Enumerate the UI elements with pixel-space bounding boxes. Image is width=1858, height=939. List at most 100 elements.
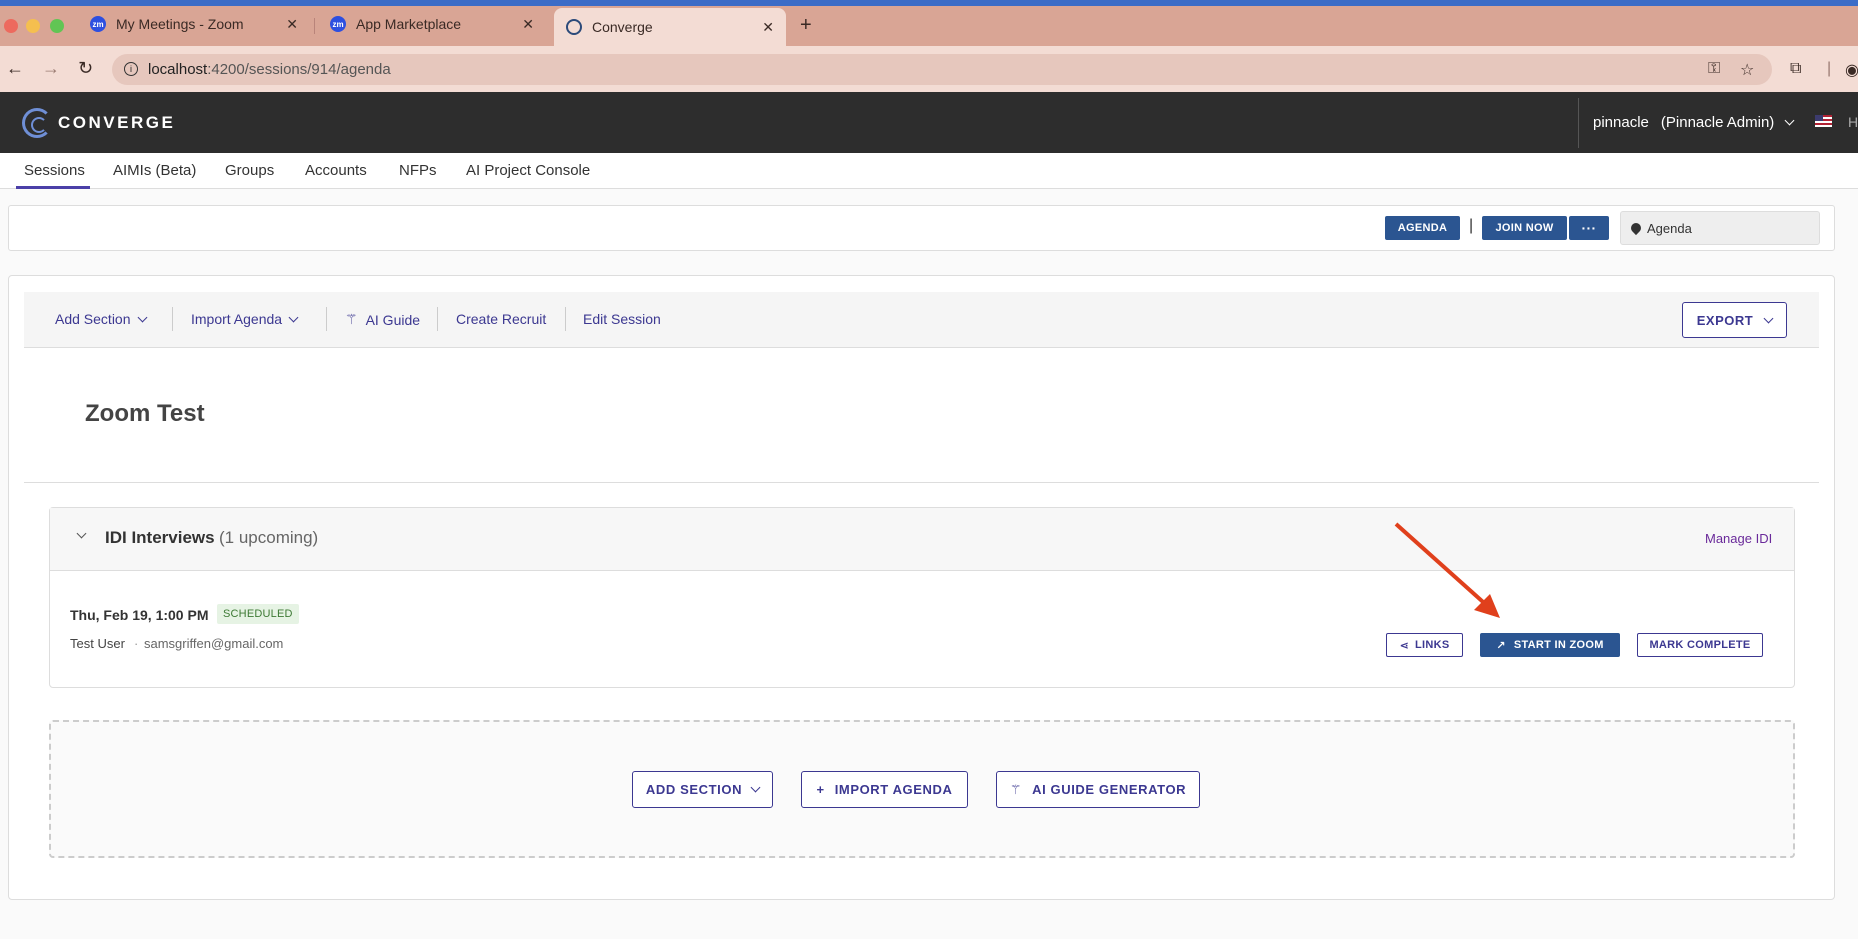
action-divider: [565, 307, 566, 331]
chevron-down-icon: [1784, 115, 1795, 126]
tab-label: App Marketplace: [356, 16, 462, 32]
join-now-button[interactable]: JOIN NOW: [1482, 216, 1567, 240]
new-tab-icon[interactable]: +: [800, 14, 812, 37]
annotation-arrow-icon: [1394, 522, 1500, 618]
user-menu[interactable]: pinnacle (Pinnacle Admin): [1593, 114, 1795, 131]
chevron-down-icon: [288, 312, 299, 322]
url-host: localhost: [148, 61, 208, 78]
action-divider: [437, 307, 438, 331]
forward-icon[interactable]: →: [42, 58, 60, 79]
location-value: Agenda: [1647, 220, 1692, 236]
bookmark-star-icon[interactable]: ☆: [1740, 60, 1754, 80]
nav-groups[interactable]: Groups: [225, 162, 274, 179]
links-label: LINKS: [1415, 639, 1450, 651]
links-button[interactable]: ⋖ LINKS: [1386, 633, 1463, 657]
nav-nfps[interactable]: NFPs: [399, 162, 437, 179]
plus-icon: +: [816, 782, 825, 797]
cast-icon[interactable]: ⧉: [1790, 60, 1801, 78]
browser-tab-converge[interactable]: Converge ✕: [554, 8, 786, 46]
profile-icon[interactable]: ◉: [1845, 60, 1858, 80]
separator-dot: ·: [134, 636, 139, 651]
page-title: Zoom Test: [85, 400, 205, 427]
tab-divider: [314, 18, 315, 34]
us-flag-icon[interactable]: [1815, 115, 1832, 127]
import-agenda-menu[interactable]: Import Agenda: [191, 311, 299, 327]
start-in-zoom-label: START IN ZOOM: [1513, 639, 1604, 651]
action-divider: [172, 307, 173, 331]
app-header: [0, 92, 1858, 153]
collapse-chevron-icon[interactable]: [76, 528, 87, 539]
close-tab-icon[interactable]: ✕: [286, 16, 298, 33]
close-tab-icon[interactable]: ✕: [762, 19, 774, 36]
close-window-button[interactable]: [4, 19, 18, 33]
nav-aimis[interactable]: AIMIs (Beta): [113, 162, 196, 179]
main-nav: [0, 153, 1858, 189]
maximize-window-button[interactable]: [50, 19, 64, 33]
browser-tab-zoom-meetings[interactable]: zm My Meetings - Zoom ✕: [78, 8, 310, 40]
header-help-text[interactable]: H: [1848, 114, 1858, 130]
export-button[interactable]: EXPORT: [1682, 302, 1787, 338]
start-in-zoom-button[interactable]: ↗ START IN ZOOM: [1480, 633, 1620, 657]
add-section-button[interactable]: ADD SECTION: [632, 771, 773, 808]
browser-tab-app-marketplace[interactable]: zm App Marketplace ✕: [318, 8, 546, 40]
action-divider: [326, 307, 327, 331]
active-nav-indicator: [16, 186, 90, 189]
import-agenda-button[interactable]: + IMPORT AGENDA: [801, 771, 968, 808]
nav-sessions[interactable]: Sessions: [24, 162, 85, 179]
participant-email: samsgriffen@gmail.com: [144, 636, 284, 651]
minimize-window-button[interactable]: [26, 19, 40, 33]
create-recruit-button[interactable]: Create Recruit: [456, 311, 546, 327]
import-agenda-label: Import Agenda: [191, 311, 283, 327]
converge-favicon-icon: [566, 19, 582, 35]
ai-guide-generator-button[interactable]: ⚚ AI GUIDE GENERATOR: [996, 771, 1200, 808]
status-badge: SCHEDULED: [217, 604, 299, 624]
ai-guide-button[interactable]: ⚚ AI Guide: [345, 311, 420, 328]
address-bar[interactable]: i localhost:4200/sessions/914/agenda: [112, 54, 1772, 85]
back-icon[interactable]: ←: [6, 58, 24, 79]
toolbar-divider: |: [1827, 60, 1832, 77]
location-select[interactable]: Agenda: [1620, 211, 1820, 245]
chevron-down-icon: [1763, 313, 1774, 323]
nav-accounts[interactable]: Accounts: [305, 162, 367, 179]
converge-logo-icon: [22, 108, 52, 138]
toolbar-separator: |: [1469, 217, 1474, 234]
section-title: IDI Interviews: [105, 528, 215, 547]
tab-label: My Meetings - Zoom: [116, 16, 244, 32]
nav-ai-project-console[interactable]: AI Project Console: [466, 162, 590, 179]
chevron-down-icon: [750, 782, 761, 793]
magic-wand-icon: ⚚: [345, 311, 358, 327]
import-agenda-label: IMPORT AGENDA: [834, 782, 953, 797]
agenda-button[interactable]: AGENDA: [1385, 216, 1460, 240]
tab-label: Converge: [592, 19, 653, 35]
site-info-icon[interactable]: i: [124, 62, 138, 76]
header-divider: [1578, 98, 1579, 148]
participant-name: Test User: [70, 636, 125, 651]
title-divider: [24, 482, 1819, 483]
edit-session-button[interactable]: Edit Session: [583, 311, 661, 327]
chevron-down-icon: [137, 312, 147, 322]
zoom-favicon-icon: zm: [90, 16, 106, 32]
ai-guide-label: AI Guide: [365, 311, 421, 328]
reload-icon[interactable]: ↻: [78, 58, 93, 79]
converge-logo[interactable]: CONVERGE: [22, 108, 175, 138]
ai-guide-generator-label: AI GUIDE GENERATOR: [1032, 782, 1187, 797]
magic-wand-icon: ⚚: [1009, 781, 1023, 797]
add-section-label: Add Section: [55, 311, 131, 327]
add-section-menu[interactable]: Add Section: [55, 311, 147, 327]
url-path: :4200/sessions/914/agenda: [207, 61, 391, 78]
logo-text: CONVERGE: [58, 113, 176, 132]
password-key-icon[interactable]: ⚿: [1708, 60, 1720, 78]
add-section-label: ADD SECTION: [645, 782, 743, 797]
more-options-button[interactable]: ···: [1569, 216, 1609, 240]
user-role: (Pinnacle Admin): [1660, 114, 1775, 131]
mark-complete-button[interactable]: MARK COMPLETE: [1637, 633, 1763, 657]
share-icon: ⋖: [1399, 639, 1410, 652]
zoom-favicon-icon: zm: [330, 16, 346, 32]
location-pin-icon: [1628, 220, 1644, 236]
manage-idi-link[interactable]: Manage IDI: [1705, 531, 1772, 546]
section-count: (1 upcoming): [219, 528, 319, 547]
close-tab-icon[interactable]: ✕: [522, 16, 534, 33]
user-name: pinnacle: [1593, 114, 1649, 131]
export-label: EXPORT: [1696, 312, 1754, 328]
interview-date: Thu, Feb 19, 1:00 PM: [70, 607, 209, 623]
